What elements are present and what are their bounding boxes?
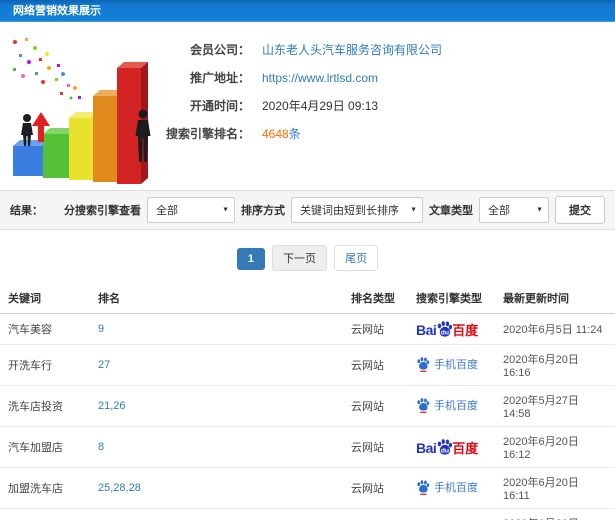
article-type-label: 文章类型 [429, 205, 473, 217]
baidu-logo: Bai du 百度 [416, 439, 479, 456]
article-type-value: 全部 [488, 205, 510, 217]
header-rank-type: 排名类型 [343, 283, 408, 314]
member-info-panel: 会员公司： 山东老人头汽车服务咨询有限公司 推广地址： https://www.… [160, 28, 615, 190]
info-section: 会员公司： 山东老人头汽车服务咨询有限公司 推广地址： https://www.… [0, 22, 615, 190]
rank-count-value: 4648 [262, 127, 289, 141]
mobile-baidu-paw-icon [417, 397, 430, 413]
engine-cell: 手机百度 [408, 508, 495, 520]
rank-link[interactable]: 21,26 [90, 385, 343, 427]
updated-cell: 2020年6月20日 16:16 [495, 344, 615, 386]
rank-link[interactable]: 30 [90, 508, 343, 520]
page-1-button[interactable]: 1 [236, 248, 265, 270]
pagination: 1 下一页 尾页 [0, 230, 615, 283]
mobile-baidu-paw-icon [417, 356, 430, 372]
sort-select[interactable]: 关键词由短到长排序 ▼ [291, 197, 423, 223]
mobile-baidu-paw-icon [417, 479, 430, 495]
open-time-label: 开通时间： [189, 99, 250, 113]
engine-filter-value: 全部 [156, 205, 178, 217]
updated-cell: 2020年6月20日 16:11 [495, 467, 615, 509]
rank-type-cell: 云网站 [343, 313, 408, 345]
chevron-down-icon: ▼ [536, 206, 543, 214]
keyword-cell: 加盟洗车店 [0, 467, 90, 509]
engine-filter-select[interactable]: 全部 ▼ [147, 197, 235, 223]
rank-type-cell: 云网站 [343, 385, 408, 427]
company-label: 会员公司： [189, 43, 250, 57]
engine-cell: 手机百度 [408, 385, 495, 427]
growth-chart-illustration [13, 38, 151, 184]
submit-button[interactable]: 提交 [555, 196, 605, 224]
sort-value: 关键词由短到长排序 [300, 205, 399, 217]
baidu-paw-icon: du [437, 439, 453, 455]
table-row: 加盟洗车店 25,28,28 云网站 手机百度 2020年6月20日 16:11 [0, 467, 615, 509]
info-row-company: 会员公司： 山东老人头汽车服务咨询有限公司 [160, 42, 615, 58]
table-header-row: 关键词 排名 排名类型 搜索引擎类型 最新更新时间 [0, 283, 615, 314]
engine-cell: 手机百度 [408, 467, 495, 509]
mobile-baidu-logo: 手机百度 [416, 397, 478, 413]
article-type-select[interactable]: 全部 ▼ [479, 197, 549, 223]
engine-cell: 手机百度 [408, 344, 495, 386]
table-row: 汽车加盟店 8 云网站 Bai du 百度 2020年6月20日 16:12 [0, 426, 615, 468]
page-title: 网络营销效果展示 [0, 0, 615, 22]
baidu-paw-icon: du [437, 321, 453, 337]
header-updated: 最新更新时间 [495, 283, 615, 314]
keyword-cell: 洗车店投资 [0, 385, 90, 427]
promo-url-label: 推广地址： [189, 71, 250, 85]
info-row-url: 推广地址： https://www.lrtlsd.com [160, 70, 615, 86]
sort-label: 排序方式 [241, 205, 285, 217]
rank-count-unit: 条 [288, 127, 301, 141]
bars [13, 62, 148, 184]
rank-type-cell: 云网站 [343, 467, 408, 509]
svg-text:du: du [441, 329, 449, 336]
rank-link[interactable]: 27 [90, 344, 343, 386]
table-row: 洗车店投资 21,26 云网站 手机百度 2020年5月27日 14:58 [0, 385, 615, 427]
engine-filter-label: 分搜索引擎查看 [64, 205, 141, 217]
rank-count-label: 搜索引擎排名： [165, 127, 250, 141]
confetti-dots [13, 38, 81, 100]
keyword-cell: 洗车赚钱吗 [0, 508, 90, 520]
keyword-cell: 开洗车行 [0, 344, 90, 386]
updated-cell: 2020年5月27日 14:58 [495, 385, 615, 427]
rank-type-cell: 云网站 [343, 426, 408, 468]
header-rank: 排名 [90, 283, 343, 314]
mobile-baidu-logo: 手机百度 [416, 479, 478, 495]
header-engine-type: 搜索引擎类型 [408, 283, 495, 314]
rank-link[interactable]: 25,28,28 [90, 467, 343, 509]
rank-link[interactable]: 9 [90, 313, 343, 345]
rank-type-cell: 云网站 [343, 508, 408, 520]
promo-url-link[interactable]: https://www.lrtlsd.com [262, 70, 378, 86]
rank-link[interactable]: 8 [90, 426, 343, 468]
filter-bar: 结果： 分搜索引擎查看 全部 ▼ 排序方式 关键词由短到长排序 ▼ 文章类型 全… [0, 190, 615, 230]
keyword-cell: 汽车加盟店 [0, 426, 90, 468]
chevron-down-icon: ▼ [410, 206, 417, 214]
updated-cell: 2020年6月20日 16:12 [495, 508, 615, 520]
keyword-cell: 汽车美容 [0, 313, 90, 345]
rank-type-cell: 云网站 [343, 344, 408, 386]
last-page-button[interactable]: 尾页 [334, 245, 379, 271]
header-keyword: 关键词 [0, 283, 90, 314]
table-row: 汽车美容 9 云网站 Bai du 百度 2020年6月5日 11:24 [0, 313, 615, 345]
result-label: 结果： [10, 205, 43, 217]
next-page-button[interactable]: 下一页 [272, 245, 328, 271]
svg-text:du: du [441, 447, 449, 454]
open-time-value: 2020年4月29日 09:13 [262, 99, 379, 113]
chevron-down-icon: ▼ [222, 206, 229, 214]
info-row-open-time: 开通时间： 2020年4月29日 09:13 [160, 98, 615, 114]
results-table: 关键词 排名 排名类型 搜索引擎类型 最新更新时间 汽车美容 9 云网站 Bai du 百… [0, 283, 615, 520]
table-row: 洗车赚钱吗30云网站手机百度2020年6月20日 16:12 [0, 508, 615, 520]
engine-cell: Bai du 百度 [408, 426, 495, 468]
mobile-baidu-logo: 手机百度 [416, 356, 478, 372]
updated-cell: 2020年6月20日 16:12 [495, 426, 615, 468]
table-row: 开洗车行 27 云网站 手机百度 2020年6月20日 16:16 [0, 344, 615, 386]
engine-cell: Bai du 百度 [408, 313, 495, 345]
company-link[interactable]: 山东老人头汽车服务咨询有限公司 [262, 42, 442, 58]
updated-cell: 2020年6月5日 11:24 [495, 313, 615, 345]
baidu-logo: Bai du 百度 [416, 321, 479, 338]
info-row-rank-count: 搜索引擎排名： 4648条 [160, 126, 615, 142]
